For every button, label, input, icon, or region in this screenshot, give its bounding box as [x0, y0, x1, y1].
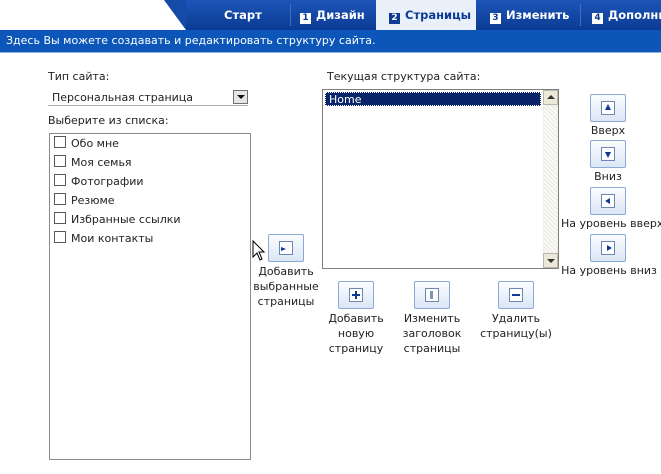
- tab-edit-label: Изменить: [506, 8, 570, 22]
- caption-line: страницы: [403, 342, 461, 355]
- checklist-item[interactable]: Фотографии: [54, 174, 144, 190]
- checklist-item-label: Моя семья: [71, 156, 132, 169]
- tab-number-badge: 3: [490, 13, 501, 24]
- chevron-down-icon[interactable]: [233, 90, 248, 104]
- checklist-item-label: Фотографии: [71, 175, 144, 188]
- arrow-right-icon: [601, 241, 615, 255]
- site-type-select[interactable]: Персональная страница: [48, 90, 248, 106]
- checklist-item-label: Избранные ссылки: [71, 213, 181, 226]
- scroll-down-icon[interactable]: [543, 253, 558, 268]
- checklist-item[interactable]: Моя семья: [54, 155, 132, 171]
- edit-title-icon: [425, 288, 439, 302]
- site-type-value: Персональная страница: [52, 91, 194, 104]
- checklist-item[interactable]: Мои контакты: [54, 231, 153, 247]
- current-structure-label: Текущая структура сайта:: [327, 70, 481, 83]
- choose-from-list-label: Выберите из списка:: [48, 114, 169, 127]
- checklist-item[interactable]: Избранные ссылки: [54, 212, 181, 228]
- tab-strip: Старт 1 Дизайн 2 Страницы 3 Изменить 4 Допол…: [164, 0, 661, 30]
- structure-item-home[interactable]: Home: [325, 92, 541, 106]
- add-selected-pages-caption: Добавить выбранные страницы: [252, 264, 320, 309]
- top-bar: Старт 1 Дизайн 2 Страницы 3 Изменить 4 Допол…: [0, 0, 661, 30]
- tab-start-label: Старт: [224, 8, 262, 22]
- caption-line: новую: [337, 327, 375, 340]
- caption-line: выбранные: [253, 280, 319, 293]
- site-type-label: Тип сайта:: [48, 70, 110, 83]
- vertical-scrollbar[interactable]: [543, 90, 558, 268]
- delete-page-caption: Удалить страницу(ы): [478, 311, 554, 341]
- checklist-item-label: Обо мне: [71, 137, 119, 150]
- level-up-button[interactable]: [590, 187, 626, 215]
- rename-page-caption: Изменить заголовок страницы: [396, 311, 468, 356]
- arrow-up-icon: [601, 101, 615, 115]
- move-up-button[interactable]: [590, 94, 626, 122]
- checkbox[interactable]: [54, 193, 66, 205]
- scroll-track[interactable]: [544, 106, 557, 252]
- checkbox[interactable]: [54, 155, 66, 167]
- tab-more[interactable]: 4 Дополни: [592, 0, 661, 30]
- checklist-item-label: Мои контакты: [71, 232, 154, 245]
- tab-design-label: Дизайн: [316, 8, 365, 22]
- move-down-label: Вниз: [594, 170, 622, 183]
- info-bar: Здесь Вы можете создавать и редактироват…: [0, 30, 661, 53]
- site-structure-list[interactable]: Home: [322, 89, 559, 269]
- add-selected-pages-button[interactable]: [268, 234, 304, 262]
- mouse-cursor-icon: [252, 240, 266, 261]
- rename-page-button[interactable]: [414, 281, 450, 309]
- caption-line: страницы: [257, 295, 315, 308]
- caption-line: страницу: [328, 342, 384, 355]
- page-checklist: Обо мне Моя семья Фотографии Резюме Избр…: [49, 133, 251, 460]
- add-new-page-button[interactable]: [338, 281, 374, 309]
- tab-separator: [580, 4, 581, 26]
- tab-number-badge: 2: [389, 13, 400, 24]
- caption-line: Удалить: [491, 312, 541, 325]
- arrow-down-icon: [601, 147, 615, 161]
- add-page-icon: [279, 241, 293, 255]
- info-text: Здесь Вы можете создавать и редактироват…: [6, 34, 376, 47]
- tab-edit[interactable]: 3 Изменить: [490, 0, 569, 30]
- caption-line: Добавить: [258, 265, 314, 278]
- caption-line: страницу(ы): [480, 327, 552, 340]
- caption-line: Изменить: [403, 312, 461, 325]
- tab-design[interactable]: 1 Дизайн: [300, 0, 365, 30]
- tab-number-badge: 4: [592, 13, 603, 24]
- tab-pages[interactable]: 2 Страницы: [376, 0, 476, 30]
- move-up-label: Вверх: [590, 124, 626, 137]
- tab-start[interactable]: Старт: [224, 0, 262, 30]
- add-new-page-caption: Добавить новую страницу: [322, 311, 390, 356]
- checkbox[interactable]: [54, 174, 66, 186]
- tab-number-badge: 1: [300, 13, 311, 24]
- caption-line: заголовок: [402, 327, 462, 340]
- plus-icon: [349, 288, 363, 302]
- checkbox[interactable]: [54, 212, 66, 224]
- arrow-left-icon: [601, 194, 615, 208]
- move-down-button[interactable]: [590, 140, 626, 168]
- level-down-label: На уровень вниз: [561, 264, 657, 277]
- checklist-item[interactable]: Резюме: [54, 193, 115, 209]
- tab-more-label: Дополни: [608, 8, 661, 22]
- delete-page-button[interactable]: [498, 281, 534, 309]
- caption-line: Добавить: [328, 312, 384, 325]
- checkbox[interactable]: [54, 136, 66, 148]
- level-down-button[interactable]: [590, 234, 626, 262]
- checklist-item-label: Резюме: [71, 194, 115, 207]
- checkbox[interactable]: [54, 231, 66, 243]
- tab-separator: [290, 4, 291, 26]
- tab-pages-label: Страницы: [405, 8, 472, 22]
- level-up-label: На уровень вверх: [561, 217, 661, 230]
- scroll-up-icon[interactable]: [543, 90, 558, 105]
- minus-icon: [509, 288, 523, 302]
- checklist-item[interactable]: Обо мне: [54, 136, 119, 152]
